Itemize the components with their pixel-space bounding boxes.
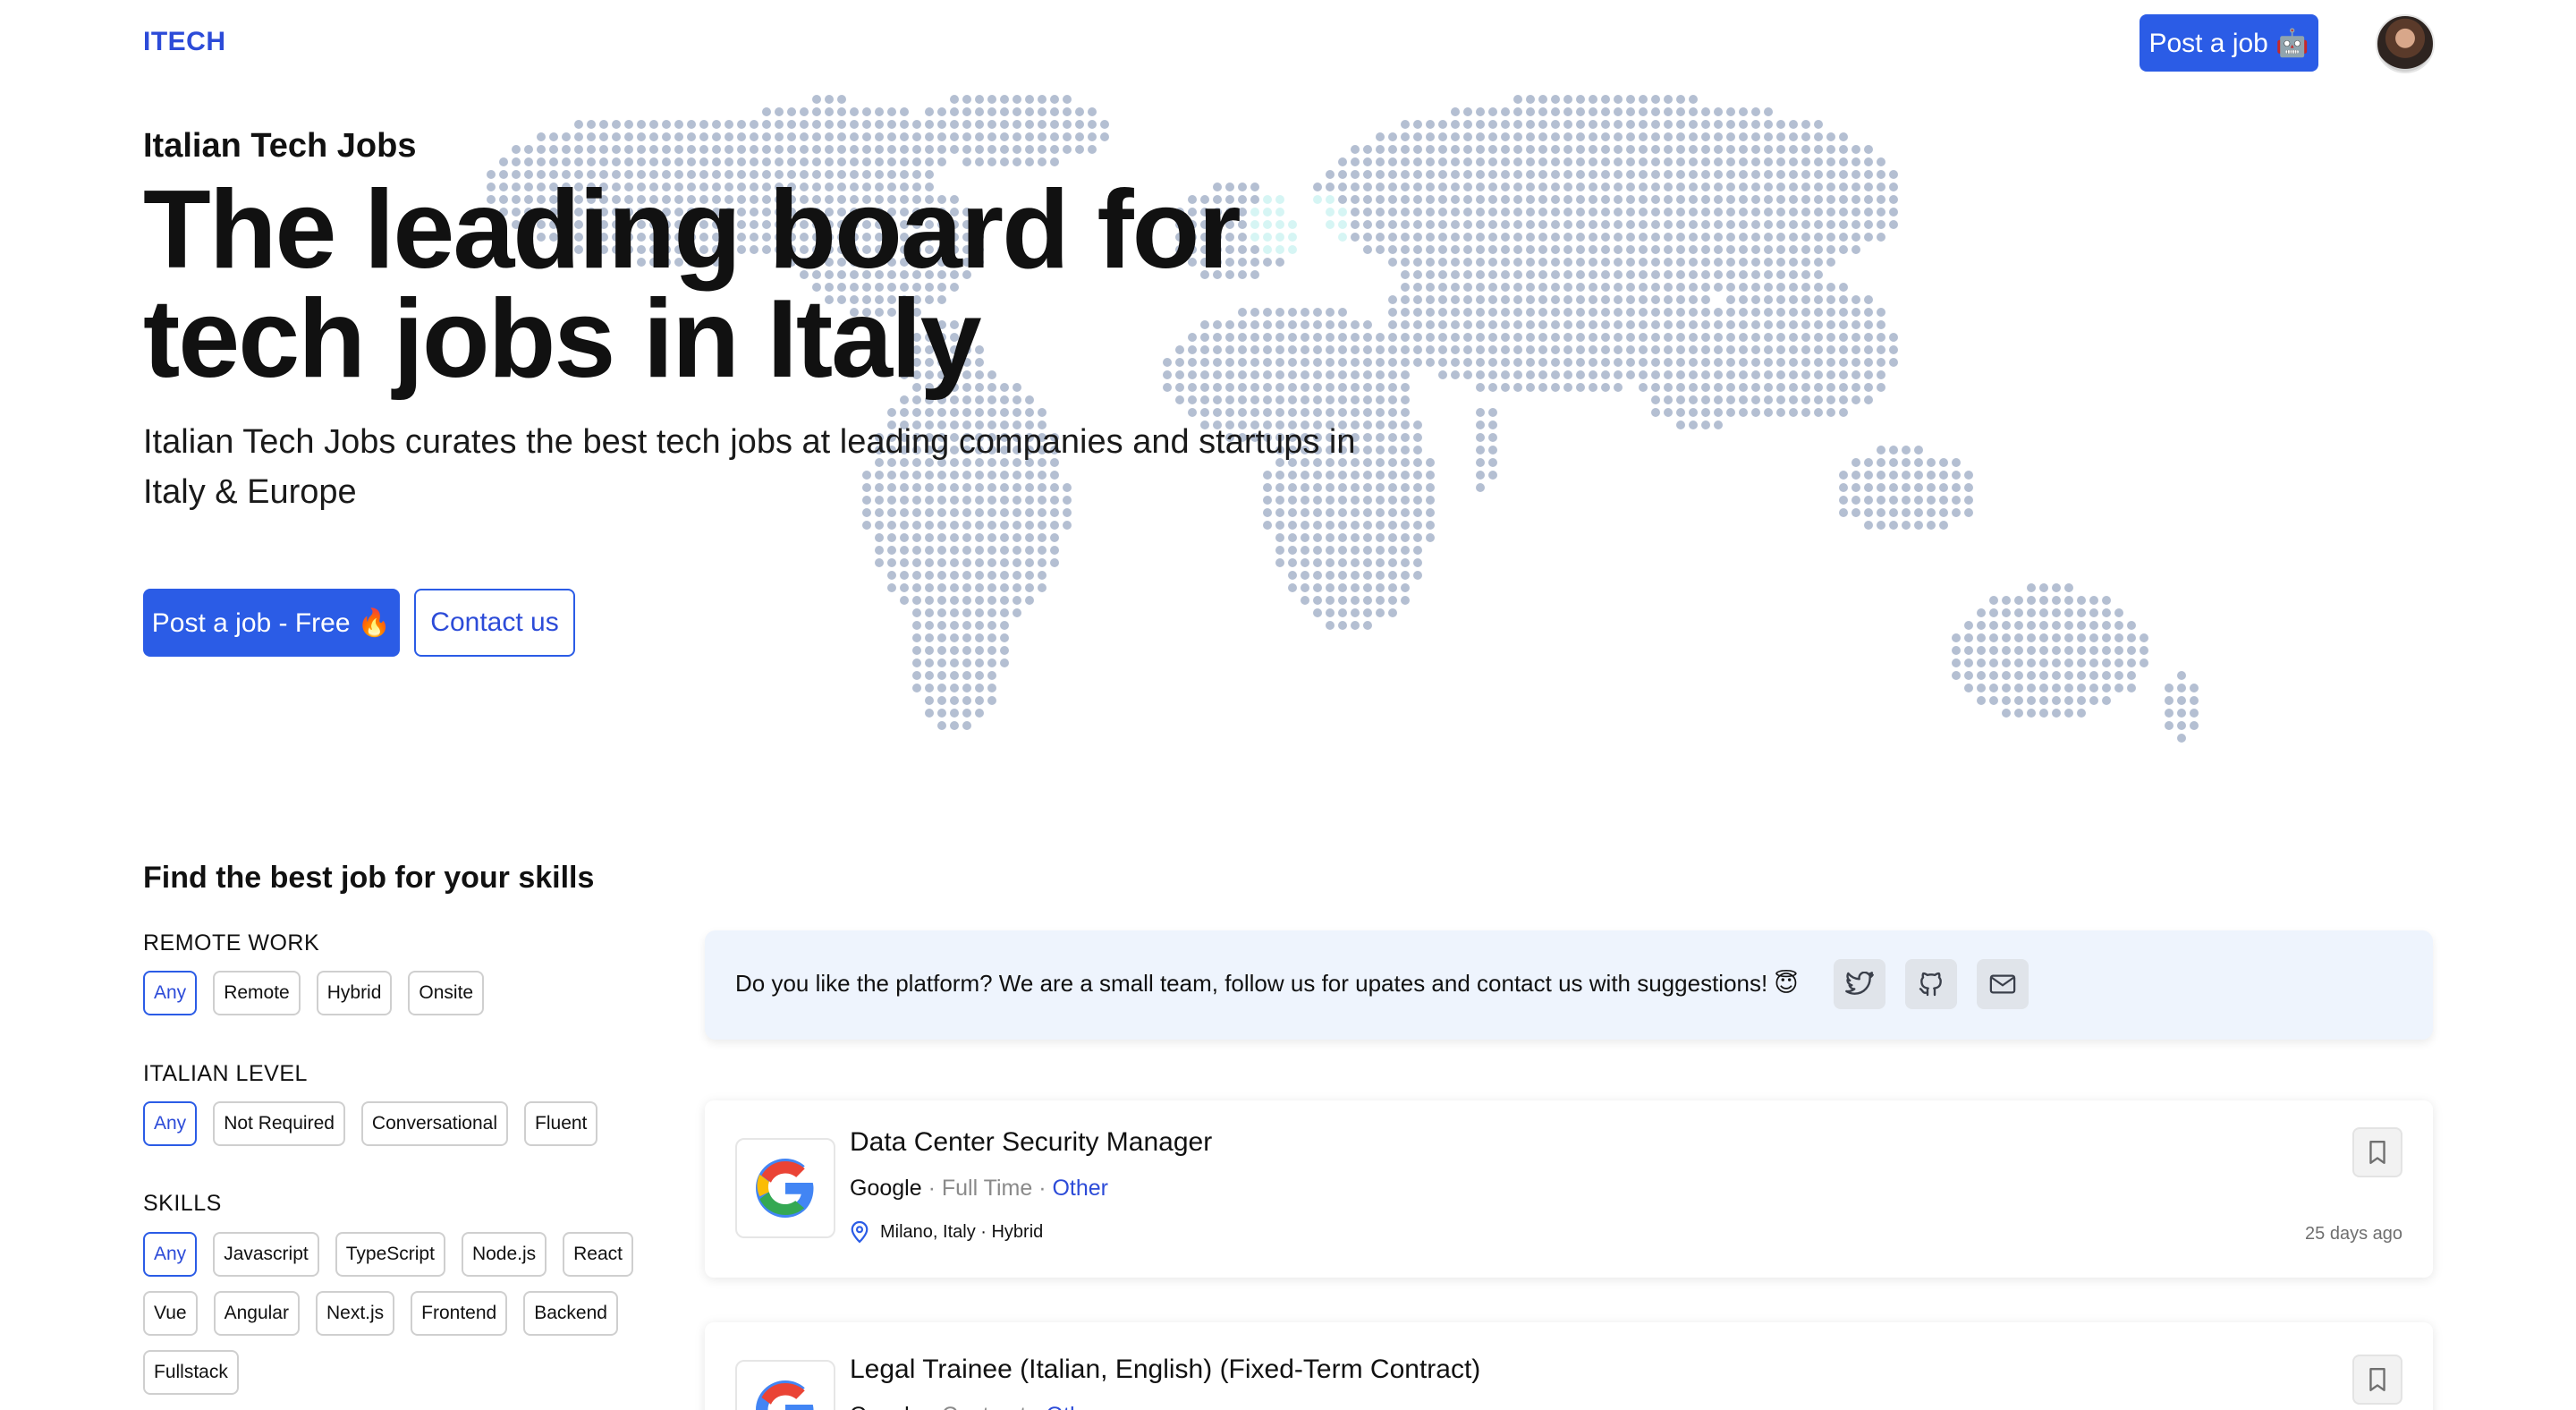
job-age: 25 days ago (2305, 1224, 2402, 1244)
job-type: Full Time (941, 1176, 1033, 1201)
italian-level-heading: ITALIAN LEVEL (143, 1061, 308, 1086)
feedback-banner: Do you like the platform? We are a small… (705, 930, 2433, 1040)
job-location-text: Milano, Italy · Hybrid (880, 1221, 1044, 1242)
hero-eyebrow: Italian Tech Jobs (143, 127, 417, 165)
chip-nextjs[interactable]: Next.js (315, 1291, 395, 1336)
job-meta: Google · Contract · Other (850, 1403, 1102, 1410)
chip-remote-any[interactable]: Any (143, 971, 198, 1015)
skills-options-row-3: Fullstack (143, 1350, 239, 1395)
site-logo[interactable]: ITECH (143, 27, 226, 57)
mail-icon[interactable] (1977, 959, 2029, 1009)
chip-vue[interactable]: Vue (143, 1291, 198, 1336)
job-type: Contract (942, 1403, 1026, 1410)
skills-heading: SKILLS (143, 1191, 222, 1216)
github-icon[interactable] (1905, 959, 1957, 1009)
job-card[interactable]: Legal Trainee (Italian, English) (Fixed-… (705, 1322, 2433, 1410)
job-category[interactable]: Other (1052, 1176, 1108, 1201)
header-post-job-button[interactable]: Post a job 🤖 (2140, 14, 2318, 72)
chip-not-required[interactable]: Not Required (213, 1101, 345, 1146)
job-meta: Google · Full Time · Other (850, 1176, 1108, 1201)
chip-backend[interactable]: Backend (523, 1291, 618, 1336)
skills-options-row-2: Vue Angular Next.js Frontend Backend (143, 1291, 618, 1336)
job-location: Milano, Italy · Hybrid (850, 1220, 1043, 1244)
google-logo-icon (735, 1138, 835, 1238)
chip-frontend[interactable]: Frontend (411, 1291, 508, 1336)
chip-onsite[interactable]: Onsite (408, 971, 485, 1015)
chip-remote[interactable]: Remote (213, 971, 301, 1015)
job-card[interactable]: Data Center Security Manager Google · Fu… (705, 1100, 2433, 1278)
chip-react[interactable]: React (563, 1232, 633, 1277)
job-title[interactable]: Legal Trainee (Italian, English) (Fixed-… (850, 1355, 1480, 1385)
remote-work-heading: REMOTE WORK (143, 930, 320, 956)
italian-level-options: Any Not Required Conversational Fluent (143, 1101, 598, 1146)
chip-conversational[interactable]: Conversational (360, 1101, 509, 1146)
bookmark-icon[interactable] (2352, 1127, 2402, 1177)
chip-fullstack[interactable]: Fullstack (143, 1350, 239, 1395)
job-category[interactable]: Other (1046, 1403, 1103, 1410)
chip-nodejs[interactable]: Node.js (461, 1232, 547, 1277)
filters-title: Find the best job for your skills (143, 861, 595, 895)
chip-fluent[interactable]: Fluent (524, 1101, 598, 1146)
chip-skills-any[interactable]: Any (143, 1232, 198, 1277)
twitter-icon[interactable] (1834, 959, 1885, 1009)
user-avatar[interactable] (2376, 14, 2435, 73)
post-job-free-button[interactable]: Post a job - Free 🔥 (143, 589, 400, 657)
skills-options-row-1: Any Javascript TypeScript Node.js React (143, 1232, 633, 1277)
location-pin-icon (851, 1220, 869, 1244)
banner-text: Do you like the platform? We are a small… (735, 970, 1799, 997)
hero-title: The leading board for tech jobs in Italy (143, 168, 1241, 401)
google-logo-icon (735, 1360, 835, 1410)
contact-us-button[interactable]: Contact us (414, 589, 575, 657)
chip-italian-any[interactable]: Any (143, 1101, 198, 1146)
job-company: Google (850, 1403, 922, 1410)
bookmark-icon[interactable] (2352, 1355, 2402, 1405)
hero-subtitle: Italian Tech Jobs curates the best tech … (143, 423, 1356, 511)
job-company: Google (850, 1176, 922, 1201)
job-title[interactable]: Data Center Security Manager (850, 1127, 1212, 1158)
remote-work-options: Any Remote Hybrid Onsite (143, 971, 485, 1015)
chip-hybrid[interactable]: Hybrid (316, 971, 393, 1015)
chip-angular[interactable]: Angular (213, 1291, 300, 1336)
chip-typescript[interactable]: TypeScript (335, 1232, 445, 1277)
chip-javascript[interactable]: Javascript (213, 1232, 319, 1277)
